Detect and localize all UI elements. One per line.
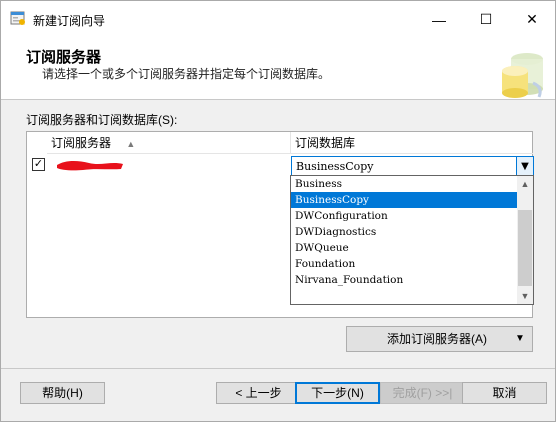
column-header-database-label: 订阅数据库: [295, 136, 356, 150]
dropdown-arrow-icon[interactable]: ▼: [508, 327, 532, 351]
title-bar: 新建订阅向导 — ☐ ✕: [1, 1, 555, 38]
back-button[interactable]: < 上一步: [216, 382, 301, 404]
cancel-button[interactable]: 取消: [462, 382, 547, 404]
combo-value: BusinessCopy: [296, 160, 374, 173]
table-row: ✓ BusinessCopy ▼: [27, 154, 534, 177]
footer-divider: [1, 368, 555, 369]
dropdown-option[interactable]: DWDiagnostics: [291, 224, 517, 240]
finish-button[interactable]: 完成(F) >>|: [380, 382, 465, 404]
scroll-down-icon[interactable]: ▼: [517, 288, 533, 304]
close-icon: ✕: [526, 11, 538, 27]
minimize-button[interactable]: —: [416, 1, 462, 38]
help-button[interactable]: 帮助(H): [20, 382, 105, 404]
scroll-up-icon[interactable]: ▲: [517, 176, 533, 192]
wizard-app-icon: [10, 11, 25, 25]
database-graphic-icon: [502, 53, 543, 98]
dropdown-option[interactable]: Foundation: [291, 256, 517, 272]
add-subscriber-button[interactable]: 添加订阅服务器(A) ▼: [346, 326, 533, 352]
column-header-server[interactable]: 订阅服务器 ▲: [47, 132, 291, 154]
close-button[interactable]: ✕: [509, 1, 555, 38]
page-subtitle: 请选择一个或多个订阅服务器并指定每个订阅数据库。: [42, 67, 331, 81]
wizard-header: 订阅服务器 请选择一个或多个订阅服务器并指定每个订阅数据库。: [1, 38, 555, 100]
database-dropdown-list[interactable]: Business BusinessCopy DWConfiguration DW…: [290, 175, 534, 305]
dropdown-option-selected[interactable]: BusinessCopy: [291, 192, 517, 208]
dropdown-option[interactable]: DWConfiguration: [291, 208, 517, 224]
redacted-server-name: [57, 160, 123, 171]
dropdown-option[interactable]: Business: [291, 176, 517, 192]
page-title: 订阅服务器: [26, 49, 102, 66]
maximize-icon: ☐: [479, 11, 493, 27]
wizard-window: 新建订阅向导 — ☐ ✕ 订阅服务器 请选择一个或多个订阅服务器并指定每个订阅数…: [0, 0, 556, 422]
sort-up-icon: ▲: [126, 138, 136, 149]
window-title: 新建订阅向导: [33, 14, 106, 28]
subscribers-section-label: 订阅服务器和订阅数据库(S):: [26, 113, 178, 127]
dropdown-option[interactable]: DWQueue: [291, 240, 517, 256]
subscription-database-combo[interactable]: BusinessCopy ▼: [291, 156, 534, 177]
scrollbar-thumb[interactable]: [518, 210, 532, 286]
subscriber-checkbox[interactable]: ✓: [32, 158, 45, 171]
add-subscriber-label: 添加订阅服务器(A): [387, 332, 487, 346]
chevron-down-icon[interactable]: ▼: [516, 157, 533, 176]
column-header-database[interactable]: 订阅数据库: [291, 132, 533, 154]
maximize-button[interactable]: ☐: [463, 1, 509, 38]
dropdown-scrollbar[interactable]: ▲ ▼: [517, 176, 533, 304]
dropdown-option[interactable]: Nirvana_Foundation: [291, 272, 517, 288]
minimize-icon: —: [432, 11, 446, 28]
column-header-server-label: 订阅服务器: [51, 136, 112, 150]
next-button[interactable]: 下一步(N): [295, 382, 380, 404]
